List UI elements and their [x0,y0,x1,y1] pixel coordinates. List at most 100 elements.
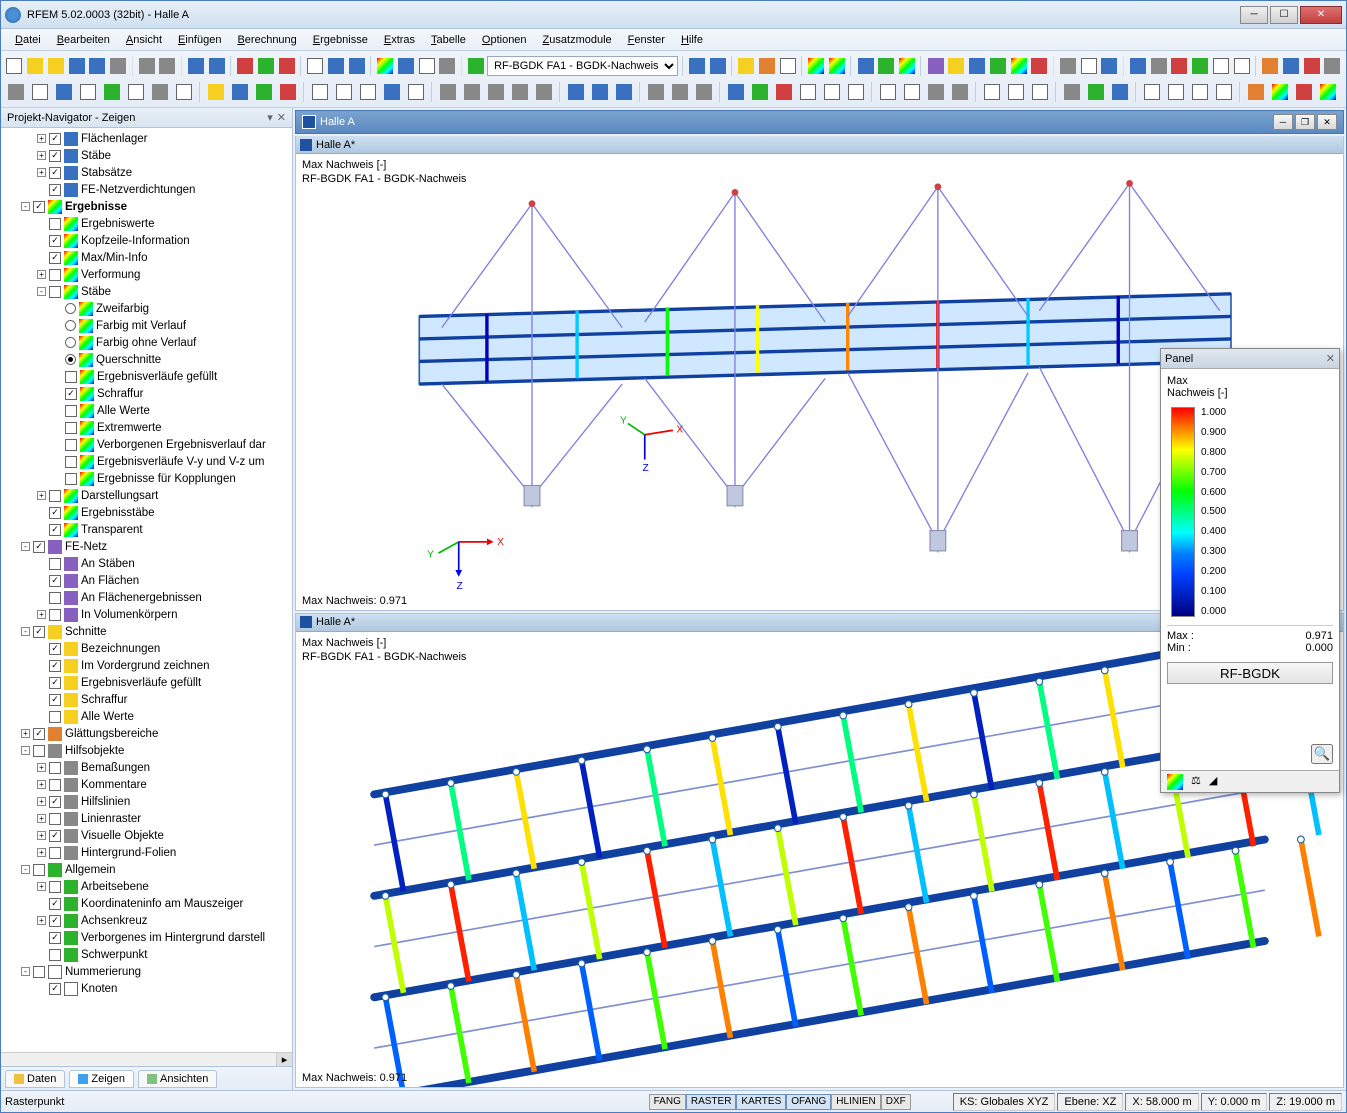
tb1b-btn-11[interactable] [856,55,875,77]
tree-checkbox[interactable]: ✓ [33,201,45,213]
tree-item-13[interactable]: Querschnitte [1,351,292,368]
tree-checkbox[interactable]: ✓ [49,507,61,519]
tb1-btn-4[interactable] [88,55,107,77]
tree-item-36[interactable]: -Hilfsobjekte [1,742,292,759]
tb2-btn-37[interactable] [797,81,819,103]
menu-berechnung[interactable]: Berechnung [229,31,304,49]
tb2-btn-57[interactable] [1213,81,1235,103]
tree-item-49[interactable]: -Nummerierung [1,963,292,980]
tree-item-8[interactable]: +Verformung [1,266,292,283]
panel-tab-filter-icon[interactable]: ◢ [1209,774,1217,789]
tb2-btn-20[interactable] [437,81,459,103]
tree-checkbox[interactable] [49,779,61,791]
tb2-btn-21[interactable] [461,81,483,103]
tree-item-10[interactable]: Zweifarbig [1,300,292,317]
tree-item-28[interactable]: +In Volumenkörpern [1,606,292,623]
tree-item-3[interactable]: ✓FE-Netzverdichtungen [1,181,292,198]
tree-item-26[interactable]: ✓An Flächen [1,572,292,589]
tb1b-btn-12[interactable] [877,55,896,77]
tree-item-44[interactable]: +Arbeitsebene [1,878,292,895]
tb1b-btn-9[interactable] [828,55,847,77]
tree-item-2[interactable]: +✓Stabsätze [1,164,292,181]
status-toggle-fang[interactable]: FANG [649,1094,686,1110]
tb2-btn-31[interactable] [669,81,691,103]
tree-item-27[interactable]: An Flächenergebnissen [1,589,292,606]
tb2-btn-7[interactable] [173,81,195,103]
tb2-btn-42[interactable] [901,81,923,103]
tree-item-20[interactable]: Ergebnisse für Kopplungen [1,470,292,487]
results-combo[interactable]: RF-BGDK FA1 - BGDK-Nachweis [487,56,678,76]
tree-checkbox[interactable]: ✓ [49,235,61,247]
tb2-btn-16[interactable] [357,81,379,103]
tree-item-37[interactable]: +Bemaßungen [1,759,292,776]
tree-item-35[interactable]: +✓Glättungsbereiche [1,725,292,742]
tb1-btn-24[interactable] [438,55,457,77]
tb2-btn-54[interactable] [1141,81,1163,103]
panel-close-icon[interactable]: ✕ [1326,352,1335,365]
tb2-btn-38[interactable] [821,81,843,103]
tb1b-btn-26[interactable] [1128,55,1147,77]
tree-item-33[interactable]: ✓Schraffur [1,691,292,708]
tree-item-48[interactable]: Schwerpunkt [1,946,292,963]
tree-item-0[interactable]: +✓Flächenlager [1,130,292,147]
menu-einfügen[interactable]: Einfügen [170,31,229,49]
tree-checkbox[interactable] [65,371,77,383]
tree-expander[interactable]: + [37,151,46,160]
tree-checkbox[interactable]: ✓ [49,796,61,808]
tb1-btn-8[interactable] [158,55,177,77]
tree-checkbox[interactable] [49,813,61,825]
tb1b-btn-1[interactable] [688,55,707,77]
tree-expander[interactable]: + [37,491,46,500]
tb2-btn-17[interactable] [381,81,403,103]
tb1-btn-26[interactable] [466,55,485,77]
tree-expander[interactable]: - [21,202,30,211]
tree-checkbox[interactable]: ✓ [49,133,61,145]
tree-checkbox[interactable] [49,286,61,298]
tb2-btn-61[interactable] [1293,81,1315,103]
tree-checkbox[interactable]: ✓ [49,167,61,179]
tb2-btn-23[interactable] [509,81,531,103]
tree-expander[interactable]: - [37,287,46,296]
tree-expander[interactable]: + [37,780,46,789]
nav-tab-zeigen[interactable]: Zeigen [69,1070,134,1088]
tree-item-5[interactable]: Ergebniswerte [1,215,292,232]
tree-item-24[interactable]: -✓FE-Netz [1,538,292,555]
nav-tab-daten[interactable]: Daten [5,1070,65,1088]
tree-item-19[interactable]: Ergebnisverläufe V-y und V-z um [1,453,292,470]
tb2-btn-5[interactable] [125,81,147,103]
tree-radio[interactable] [65,303,76,314]
tb1-btn-0[interactable] [5,55,24,77]
tree-item-9[interactable]: -Stäbe [1,283,292,300]
tree-checkbox[interactable] [65,473,77,485]
tree-expander[interactable]: + [37,814,46,823]
tb2-btn-10[interactable] [229,81,251,103]
tree-expander[interactable]: + [21,729,30,738]
tree-checkbox[interactable]: ✓ [49,184,61,196]
tree-item-21[interactable]: +Darstellungsart [1,487,292,504]
tree-item-15[interactable]: ✓Schraffur [1,385,292,402]
tree-checkbox[interactable] [49,711,61,723]
tree-checkbox[interactable] [33,745,45,757]
tree-checkbox[interactable]: ✓ [33,728,45,740]
tree-item-1[interactable]: +✓Stäbe [1,147,292,164]
tb1b-btn-22[interactable] [1058,55,1077,77]
navigator-close-icon[interactable]: ✕ [277,111,286,124]
mdi-minimize-button[interactable]: ─ [1273,114,1293,130]
tb1b-btn-31[interactable] [1232,55,1251,77]
tree-checkbox[interactable] [49,269,61,281]
tree-item-18[interactable]: Verborgenen Ergebnisverlauf dar [1,436,292,453]
panel-tab-colors-icon[interactable] [1167,774,1183,790]
tb1-btn-17[interactable] [306,55,325,77]
tree-expander[interactable]: + [37,882,46,891]
menu-bearbeiten[interactable]: Bearbeiten [49,31,118,49]
menu-ergebnisse[interactable]: Ergebnisse [305,31,376,49]
status-toggle-kartes[interactable]: KARTES [736,1094,786,1110]
tb2-btn-32[interactable] [693,81,715,103]
menu-tabelle[interactable]: Tabelle [423,31,474,49]
scroll-right-icon[interactable]: ▸ [276,1053,292,1066]
tb1b-btn-28[interactable] [1170,55,1189,77]
tree-item-43[interactable]: -Allgemein [1,861,292,878]
tree-item-6[interactable]: ✓Kopfzeile-Information [1,232,292,249]
menu-datei[interactable]: Datei [7,31,49,49]
mdi-restore-button[interactable]: ❐ [1295,114,1315,130]
